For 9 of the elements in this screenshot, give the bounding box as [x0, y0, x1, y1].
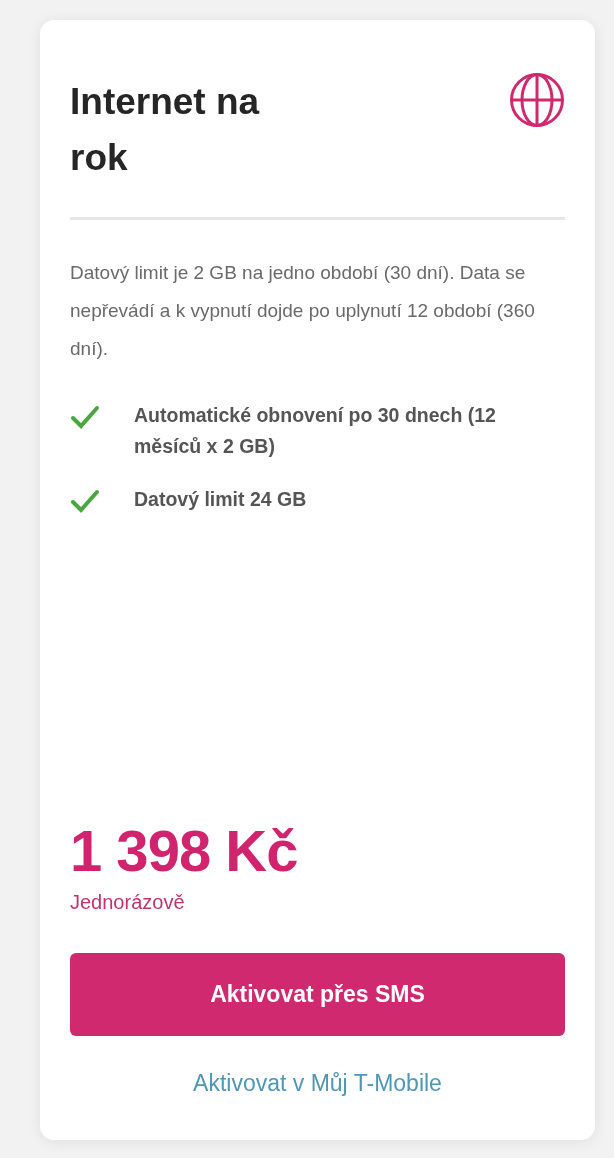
globe-icon	[509, 72, 565, 128]
card-title: Internet na rok	[70, 80, 261, 180]
price: 1 398 Kč	[70, 818, 299, 883]
activate-app-link[interactable]: Aktivovat v Můj T-Mobile	[193, 1065, 442, 1100]
description: Datový limit je 2 GB na jedno období (30 dní). Data se nepřevádí a k vypnutí dojde po uplynutí 12 období (360 dní).	[70, 261, 536, 361]
feature-text: Automatické obnovení po 30 dnech (12 měsíců x 2 GB)	[134, 403, 497, 459]
activate-sms-button[interactable]: Aktivovat přes SMS	[70, 952, 565, 1036]
feature-text: Datový limit 24 GB	[134, 487, 307, 512]
price-note: Jednorázově	[70, 889, 186, 915]
